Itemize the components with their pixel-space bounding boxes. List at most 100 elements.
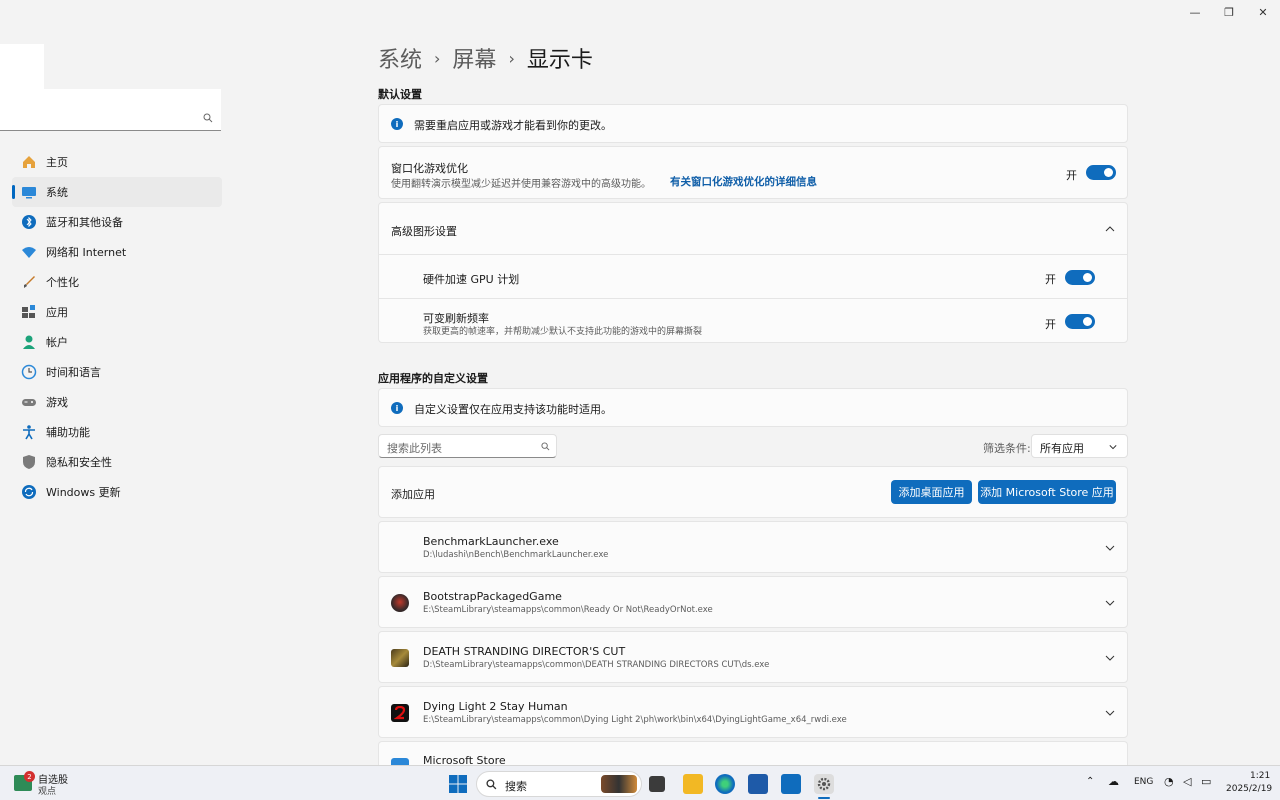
app-row[interactable]: DEATH STRANDING DIRECTOR'S CUT D:\SteamL… — [378, 631, 1128, 683]
settings-taskbar-icon[interactable] — [814, 774, 834, 794]
section-heading-defaults: 默认设置 — [378, 88, 422, 101]
sidebar-item-bluetooth[interactable]: 蓝牙和其他设备 — [12, 207, 222, 237]
chevron-down-icon — [1109, 445, 1117, 450]
search-icon — [486, 779, 497, 790]
sidebar-item-label: 游戏 — [46, 396, 68, 409]
sidebar-item-windows-update[interactable]: Windows 更新 — [12, 477, 222, 507]
microsoft-store-taskbar-icon[interactable] — [748, 774, 768, 794]
search-icon — [541, 442, 550, 451]
dying-light-icon — [391, 704, 409, 722]
sidebar-item-label: 网络和 Internet — [46, 246, 127, 259]
breadcrumb: 系统 › 屏幕 › 显示卡 — [378, 42, 593, 74]
windowed-learn-more-link[interactable]: 有关窗口化游戏优化的详细信息 — [670, 174, 817, 189]
windowed-toggle[interactable] — [1086, 165, 1116, 180]
divider — [379, 254, 1127, 255]
app-row[interactable]: BootstrapPackagedGame E:\SteamLibrary\st… — [378, 576, 1128, 628]
outlook-icon[interactable] — [781, 774, 801, 794]
section-heading-custom: 应用程序的自定义设置 — [378, 372, 488, 385]
app-list-search-input[interactable]: 搜索此列表 — [378, 434, 557, 458]
restore-button[interactable]: ❐ — [1212, 0, 1246, 24]
bluetooth-icon — [21, 214, 37, 230]
sidebar-item-system[interactable]: 系统 — [12, 177, 222, 207]
ready-or-not-icon — [391, 594, 409, 612]
wifi-icon[interactable]: ◔ — [1164, 775, 1174, 788]
app-name: Dying Light 2 Stay Human — [423, 700, 568, 713]
sidebar-item-label: Windows 更新 — [46, 486, 121, 499]
sidebar-item-time-language[interactable]: 时间和语言 — [12, 357, 222, 387]
sidebar-item-label: 帐户 — [46, 336, 68, 349]
add-app-label: 添加应用 — [391, 488, 435, 501]
file-explorer-icon[interactable] — [683, 774, 703, 794]
home-icon — [21, 154, 37, 170]
sidebar-item-account[interactable]: 帐户 — [12, 327, 222, 357]
settings-search-input[interactable] — [0, 89, 221, 131]
add-store-app-button[interactable]: 添加 Microsoft Store 应用 — [978, 480, 1116, 504]
sidebar-item-home[interactable]: 主页 — [12, 147, 222, 177]
app-name: Microsoft Store — [423, 754, 506, 765]
windowed-toggle-state: 开 — [1066, 169, 1077, 182]
sidebar-item-label: 应用 — [46, 306, 68, 319]
sidebar-item-gaming[interactable]: 游戏 — [12, 387, 222, 417]
gaming-icon — [21, 394, 37, 410]
filter-dropdown[interactable]: 所有应用 — [1031, 434, 1128, 458]
breadcrumb-separator: › — [434, 48, 441, 68]
app-name: DEATH STRANDING DIRECTOR'S CUT — [423, 645, 626, 658]
app-row[interactable]: BenchmarkLauncher.exe D:\ludashi\nBench\… — [378, 521, 1128, 573]
add-desktop-app-button[interactable]: 添加桌面应用 — [891, 480, 972, 504]
vrr-toggle-state: 开 — [1045, 318, 1056, 331]
tray-overflow-icon[interactable]: ⌃ — [1086, 776, 1094, 787]
windowed-title: 窗口化游戏优化 — [391, 162, 468, 175]
windowed-game-optimization-card: 窗口化游戏优化 使用翻转演示模型减少延迟并使用兼容游戏中的高级功能。 有关窗口化… — [378, 146, 1128, 199]
window-controls: — ❐ ✕ — [1178, 0, 1280, 24]
sidebar-nav: 主页 系统 蓝牙和其他设备 网络和 Internet 个性化 应用 帐户 时间和… — [12, 147, 222, 507]
app-row[interactable]: Microsoft Store — [378, 741, 1128, 765]
divider — [379, 298, 1127, 299]
clock-time[interactable]: 1:21 — [1250, 771, 1270, 781]
sidebar-item-label: 时间和语言 — [46, 366, 101, 379]
battery-icon[interactable]: ▭ — [1201, 775, 1211, 788]
onedrive-icon[interactable]: ☁ — [1108, 775, 1119, 788]
chevron-up-icon — [1105, 226, 1115, 232]
sidebar-item-accessibility[interactable]: 辅助功能 — [12, 417, 222, 447]
system-icon — [21, 184, 37, 200]
update-icon — [21, 484, 37, 500]
sidebar-item-network[interactable]: 网络和 Internet — [12, 237, 222, 267]
sidebar-item-privacy[interactable]: 隐私和安全性 — [12, 447, 222, 477]
advanced-graphics-card: 高级图形设置 硬件加速 GPU 计划 开 可变刷新频率 获取更高的帧速率，并帮助… — [378, 202, 1128, 343]
start-button[interactable] — [448, 774, 468, 794]
search-placeholder: 搜索此列表 — [387, 442, 442, 455]
stocks-widget[interactable]: 2 自选股 观点 — [14, 771, 74, 797]
language-indicator[interactable]: ENG — [1134, 777, 1153, 787]
close-button[interactable]: ✕ — [1246, 0, 1280, 24]
app-row[interactable]: Dying Light 2 Stay Human E:\SteamLibrary… — [378, 686, 1128, 738]
gpu-scheduling-toggle[interactable] — [1065, 270, 1095, 285]
edge-icon[interactable] — [715, 774, 735, 794]
advanced-graphics-header[interactable]: 高级图形设置 — [379, 203, 1127, 254]
chevron-down-icon — [1105, 545, 1115, 551]
info-icon: i — [391, 118, 403, 130]
privacy-icon — [21, 454, 37, 470]
sidebar-item-label: 个性化 — [46, 276, 79, 289]
minimize-button[interactable]: — — [1178, 0, 1212, 24]
clock-date[interactable]: 2025/2/19 — [1226, 784, 1272, 794]
app-path: E:\SteamLibrary\steamapps\common\Dying L… — [423, 715, 847, 725]
sidebar-item-apps[interactable]: 应用 — [12, 297, 222, 327]
taskbar-search[interactable]: 搜索 — [476, 771, 642, 797]
gpu-scheduling-title: 硬件加速 GPU 计划 — [423, 273, 520, 286]
sidebar-item-personalization[interactable]: 个性化 — [12, 267, 222, 297]
chevron-down-icon — [1105, 655, 1115, 661]
sidebar-item-label: 主页 — [46, 156, 68, 169]
custom-notice: i 自定义设置仅在应用支持该功能时适用。 — [378, 388, 1128, 427]
app-name: BootstrapPackagedGame — [423, 590, 562, 603]
task-view-icon[interactable] — [649, 776, 665, 792]
network-icon — [21, 244, 37, 260]
microsoft-store-icon — [391, 758, 409, 765]
search-icon — [203, 113, 213, 123]
breadcrumb-system[interactable]: 系统 — [378, 42, 422, 74]
avatar[interactable] — [0, 44, 44, 90]
personalization-icon — [21, 274, 37, 290]
breadcrumb-display[interactable]: 屏幕 — [452, 42, 496, 74]
vrr-toggle[interactable] — [1065, 314, 1095, 329]
chevron-down-icon — [1105, 710, 1115, 716]
volume-icon[interactable]: ◁ — [1183, 775, 1191, 788]
